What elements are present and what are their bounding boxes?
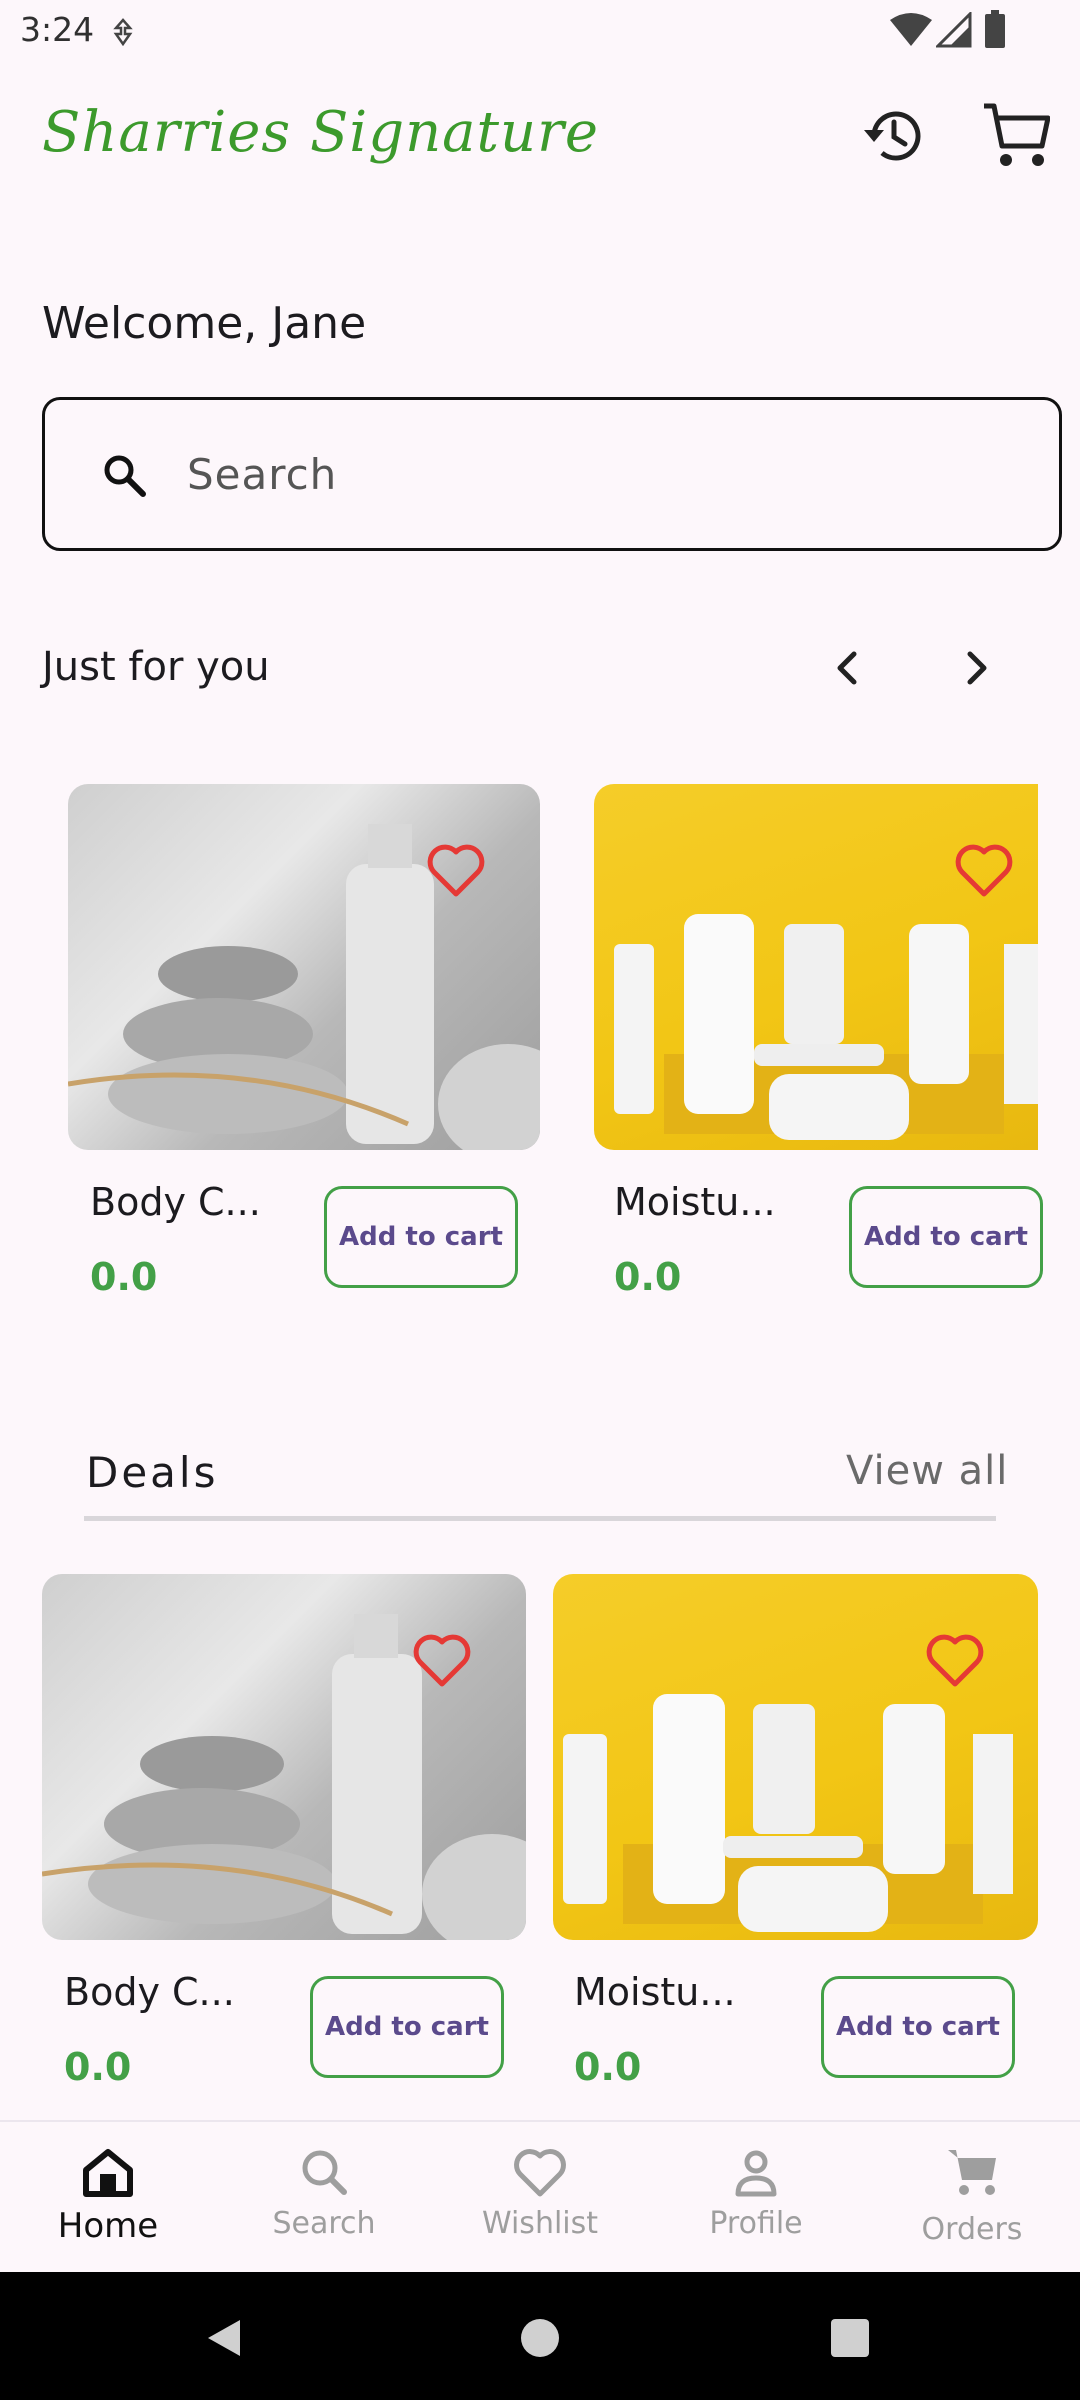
- product-price: 0.0: [64, 2045, 132, 2089]
- nav-label: Wishlist: [481, 2206, 599, 2241]
- heart-icon: [514, 2149, 566, 2197]
- product-photo: [42, 1614, 526, 1940]
- nav-item-home[interactable]: Home: [0, 2122, 216, 2274]
- product-image[interactable]: [594, 784, 1038, 1150]
- add-to-cart-button[interactable]: Add to cart: [324, 1186, 518, 1288]
- product-price: 0.0: [574, 2045, 642, 2089]
- chevron-right-icon[interactable]: [958, 648, 994, 688]
- product-name: Moistu...: [574, 1970, 736, 2014]
- system-navigation-bar: [0, 2272, 1080, 2400]
- divider: [84, 1516, 996, 1521]
- nav-item-search[interactable]: Search: [216, 2122, 432, 2274]
- product-image[interactable]: [553, 1574, 1038, 1940]
- favorite-heart-icon[interactable]: [412, 1632, 472, 1688]
- product-photo: [614, 914, 1038, 1140]
- add-to-cart-button[interactable]: Add to cart: [821, 1976, 1015, 2078]
- status-time: 3:24: [20, 10, 95, 49]
- nav-label: Home: [57, 2206, 159, 2246]
- person-icon: [735, 2150, 777, 2197]
- welcome-text: Welcome, Jane: [42, 298, 367, 349]
- nav-item-wishlist[interactable]: Wishlist: [432, 2122, 648, 2274]
- add-to-cart-button[interactable]: Add to cart: [849, 1186, 1043, 1288]
- favorite-heart-icon[interactable]: [925, 1632, 985, 1688]
- add-to-cart-button[interactable]: Add to cart: [310, 1976, 504, 2078]
- section-title-deals: Deals: [86, 1448, 219, 1497]
- search-placeholder: Search: [187, 450, 338, 499]
- app-title: Sharries Signature: [42, 100, 599, 165]
- product-image[interactable]: [42, 1574, 526, 1940]
- product-price: 0.0: [90, 1255, 158, 1299]
- nav-label: Search: [272, 2206, 376, 2241]
- signal-icon: [936, 12, 972, 48]
- battery-icon: [985, 10, 1005, 48]
- product-name: Body C...: [64, 1970, 235, 2014]
- recents-icon[interactable]: [830, 2318, 870, 2358]
- search-icon: [104, 455, 146, 497]
- product-image[interactable]: [68, 784, 540, 1150]
- product-price: 0.0: [614, 1255, 682, 1299]
- search-input[interactable]: Search: [42, 397, 1062, 551]
- product-name: Moistu...: [614, 1180, 776, 1224]
- nav-label: Profile: [709, 2206, 803, 2241]
- home-icon: [83, 2149, 133, 2197]
- nav-item-profile[interactable]: Profile: [648, 2122, 864, 2274]
- history-icon[interactable]: [860, 104, 924, 168]
- product-photo: [563, 1694, 1013, 1932]
- nav-label: Orders: [921, 2212, 1023, 2247]
- back-icon[interactable]: [204, 2318, 244, 2358]
- cart-icon: [948, 2150, 996, 2195]
- bottom-navigation: Home Search Wishlist Profile Orders: [0, 2120, 1080, 2274]
- product-name: Body C...: [90, 1180, 261, 1224]
- home-circle-icon[interactable]: [520, 2318, 560, 2358]
- chevron-left-icon[interactable]: [830, 648, 866, 688]
- wifi-icon: [890, 13, 932, 46]
- favorite-heart-icon[interactable]: [954, 842, 1014, 898]
- section-title-just-for-you: Just for you: [42, 644, 270, 690]
- notification-icon: [113, 18, 133, 46]
- favorite-heart-icon[interactable]: [426, 842, 486, 898]
- cart-icon[interactable]: [982, 102, 1050, 168]
- product-photo: [68, 824, 540, 1150]
- search-icon: [302, 2150, 347, 2195]
- nav-item-orders[interactable]: Orders: [864, 2122, 1080, 2274]
- view-all-link[interactable]: View all: [846, 1448, 1008, 1494]
